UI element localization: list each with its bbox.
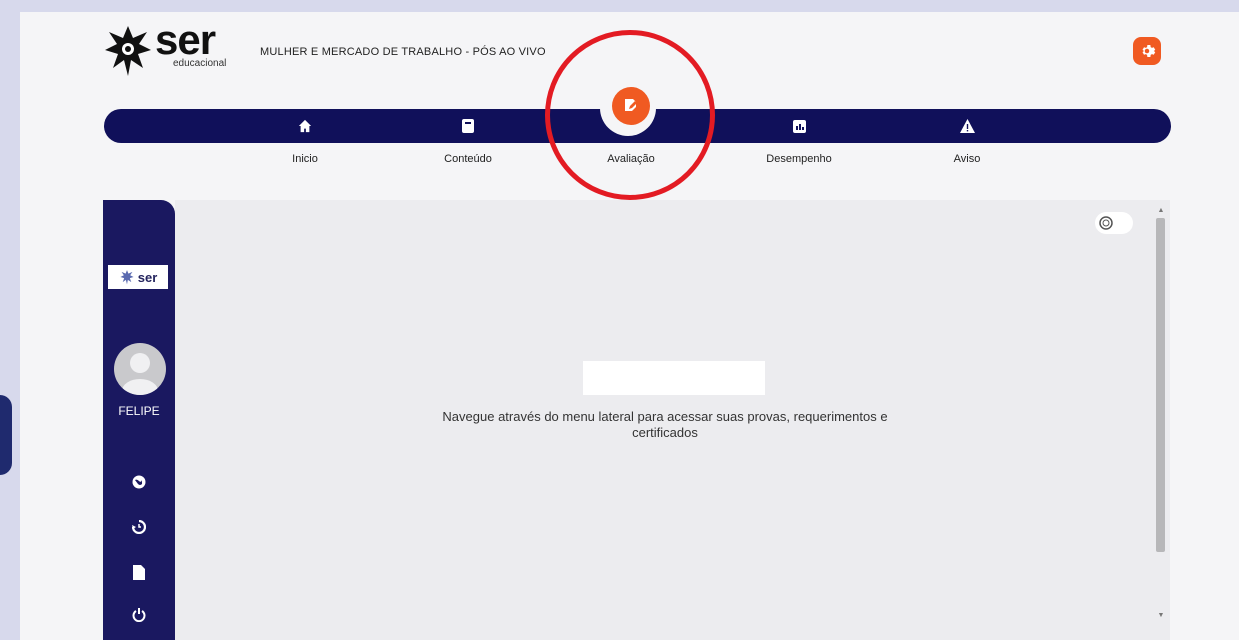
chart-icon bbox=[749, 109, 849, 143]
warning-icon bbox=[917, 109, 1017, 143]
nav-item-desempenho[interactable]: Desempenho bbox=[749, 109, 849, 165]
empty-state-message: Navegue através do menu lateral para ace… bbox=[442, 409, 888, 440]
avatar[interactable] bbox=[114, 343, 166, 395]
nav-label: Inicio bbox=[292, 153, 318, 165]
user-name: FELIPE bbox=[118, 404, 160, 418]
ser-mascot-icon bbox=[120, 270, 134, 285]
settings-button[interactable] bbox=[1133, 37, 1161, 65]
nav-item-inicio[interactable]: Inicio bbox=[255, 109, 355, 165]
brand-subtitle: educacional bbox=[173, 58, 227, 69]
ser-mascot-icon bbox=[105, 26, 151, 76]
book-icon bbox=[418, 109, 518, 143]
brand-name: ser bbox=[155, 16, 216, 63]
blank-panel bbox=[583, 361, 765, 395]
left-decoration bbox=[0, 395, 12, 475]
home-icon bbox=[255, 109, 355, 143]
power-icon[interactable] bbox=[127, 603, 151, 627]
nav-label: Desempenho bbox=[766, 153, 832, 165]
sidebar-logo-text: ser bbox=[137, 269, 158, 285]
user-icon bbox=[122, 353, 158, 395]
nav-item-aviso[interactable]: Aviso bbox=[917, 109, 1017, 165]
sun-icon bbox=[1099, 216, 1113, 230]
nav-label: Aviso bbox=[953, 153, 981, 165]
course-title: MULHER E MERCADO DE TRABALHO - PÓS AO VI… bbox=[260, 46, 546, 58]
globe-icon[interactable] bbox=[127, 470, 151, 494]
scroll-down-arrow[interactable]: ▼ bbox=[1157, 612, 1165, 620]
gear-icon bbox=[1142, 45, 1156, 57]
nav-label: Conteúdo bbox=[444, 153, 492, 165]
nav-item-conteudo[interactable]: Conteúdo bbox=[418, 109, 518, 165]
scrollbar-thumb[interactable] bbox=[1156, 218, 1165, 552]
theme-toggle[interactable] bbox=[1095, 212, 1133, 234]
highlight-circle bbox=[545, 30, 715, 200]
document-icon[interactable] bbox=[127, 560, 151, 584]
scroll-up-arrow[interactable]: ▲ bbox=[1157, 207, 1165, 215]
sidebar-logo: ser bbox=[108, 265, 168, 289]
ser-logo: ser educacional bbox=[105, 16, 235, 78]
history-icon[interactable] bbox=[127, 515, 151, 539]
